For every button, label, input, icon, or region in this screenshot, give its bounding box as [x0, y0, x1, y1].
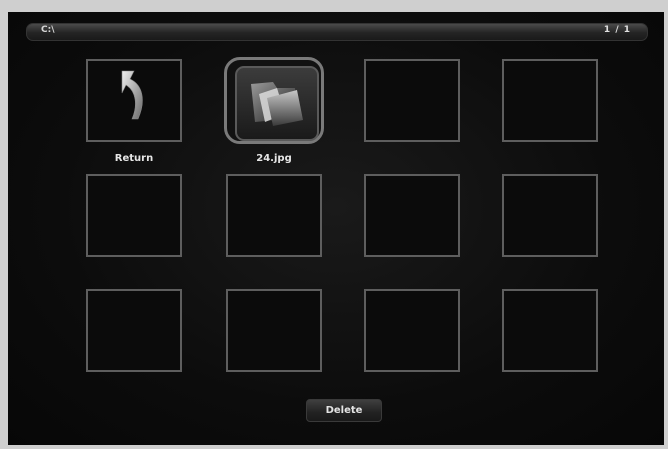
grid-cell-empty[interactable] [86, 289, 182, 372]
current-path: C:\ [41, 25, 55, 35]
grid-cell-empty[interactable] [364, 59, 460, 142]
grid-cell-empty[interactable] [226, 174, 322, 257]
grid-cell-empty[interactable] [502, 289, 598, 372]
grid-cell-return[interactable] [86, 59, 182, 142]
grid-cell-empty[interactable] [502, 59, 598, 142]
delete-button[interactable]: Delete [306, 399, 382, 422]
grid-cell-empty[interactable] [502, 174, 598, 257]
return-arrow-icon [121, 70, 143, 120]
device-frame: C:\ 1 / 1 Return 24.jpg Delete [0, 0, 668, 449]
grid-cell-empty[interactable] [226, 289, 322, 372]
grid-cell-empty[interactable] [364, 289, 460, 372]
item-label: 24.jpg [256, 153, 292, 164]
grid-cell-selected-file[interactable] [224, 57, 324, 144]
grid-cell-empty[interactable] [364, 174, 460, 257]
page-indicator: 1 / 1 [603, 25, 631, 35]
grid-cell-empty[interactable] [86, 174, 182, 257]
selection-highlight [224, 57, 324, 144]
path-bar: C:\ 1 / 1 [26, 23, 648, 41]
file-browser-screen: C:\ 1 / 1 Return 24.jpg Delete [8, 12, 664, 445]
item-label: Return [114, 153, 154, 164]
folder-icon [251, 82, 303, 126]
